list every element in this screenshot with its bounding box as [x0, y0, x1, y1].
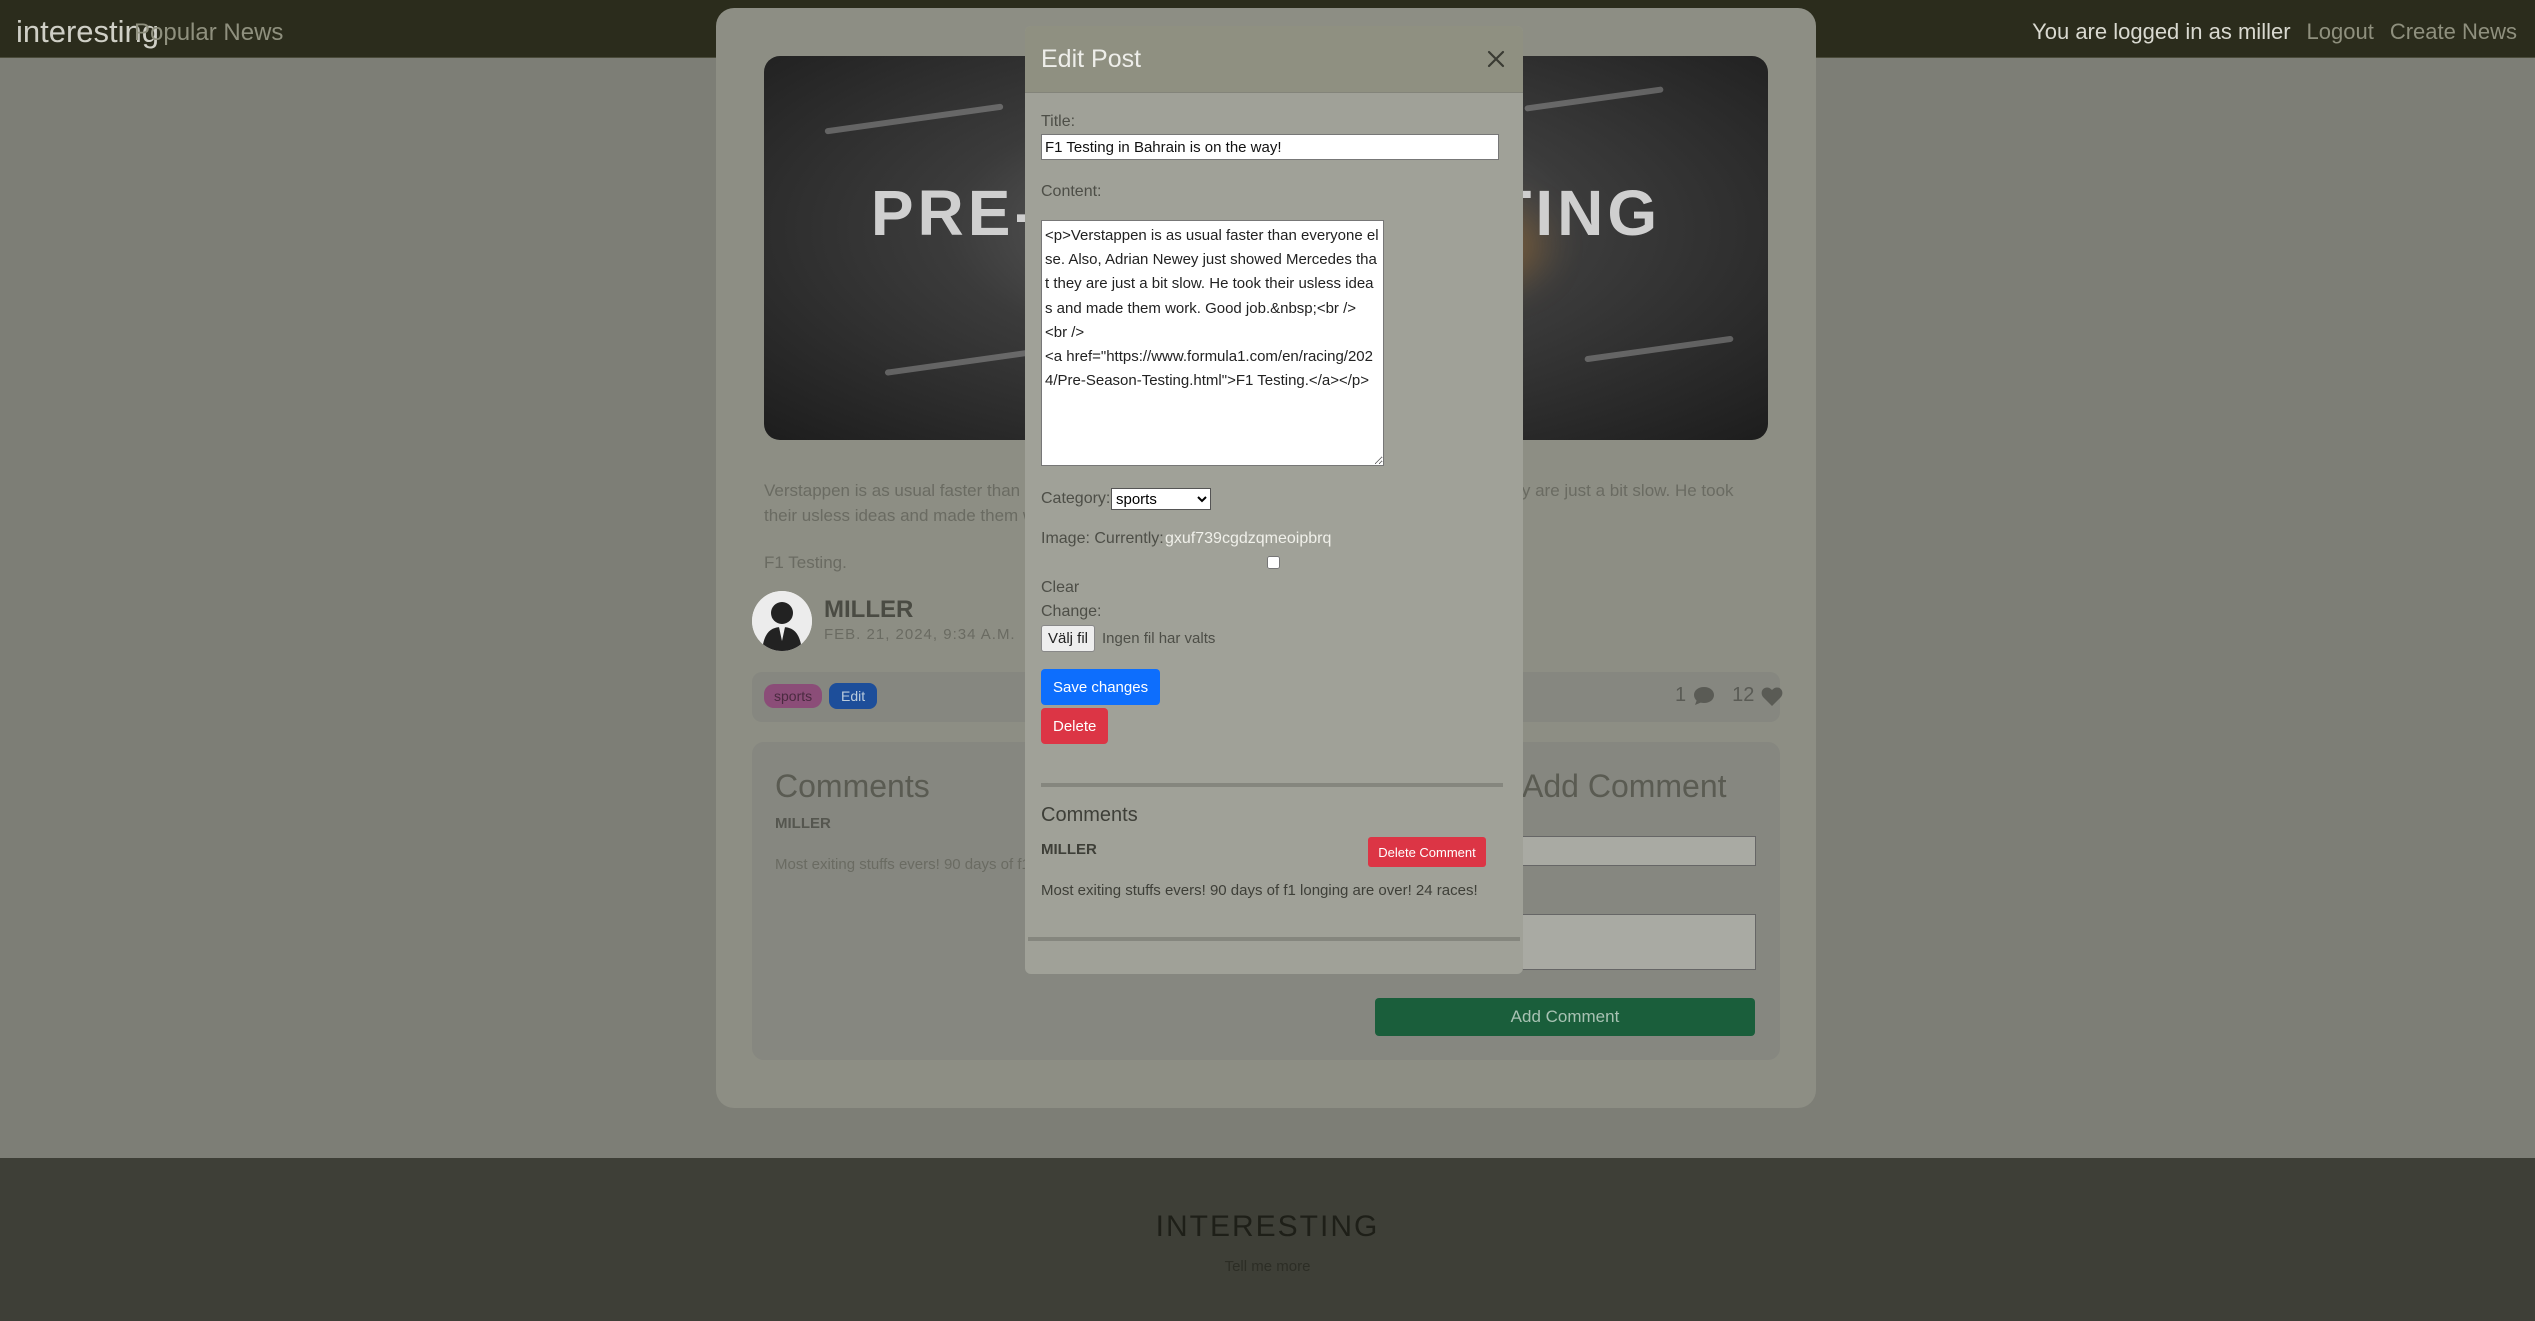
footer-subtitle[interactable]: Tell me more	[0, 1258, 2535, 1275]
footer-title: INTERESTING	[1155, 1210, 1380, 1243]
logout-link[interactable]: Logout	[2307, 19, 2374, 45]
category-tag[interactable]: sports	[764, 684, 823, 708]
comment-icon	[1694, 686, 1715, 705]
create-news-link[interactable]: Create News	[2390, 19, 2517, 45]
category-select[interactable]: sports	[1111, 488, 1211, 510]
comment-author: MILLER	[775, 815, 831, 832]
modal-header: Edit Post	[1025, 26, 1523, 93]
add-comment-heading: Add Comment	[1522, 768, 1727, 804]
divider	[1041, 783, 1503, 787]
current-image-link[interactable]: gxuf739cgdzqmeoipbrq	[1165, 530, 1331, 548]
comment-count: 1	[1675, 684, 1687, 706]
save-changes-button[interactable]: Save changes	[1041, 669, 1161, 705]
close-icon	[1487, 50, 1505, 68]
modal-comment-author: MILLER	[1041, 841, 1097, 858]
post-date: FEB. 21, 2024, 9:34 A.M.	[824, 626, 1016, 643]
like-count: 12	[1732, 684, 1755, 706]
author-name: MILLER	[824, 596, 914, 623]
avatar-icon	[752, 591, 812, 651]
delete-post-button[interactable]: Delete	[1041, 708, 1109, 744]
choose-file-button[interactable]: Välj fil	[1041, 625, 1096, 652]
modal-comment-text: Most exiting stuffs evers! 90 days of f1…	[1041, 882, 1478, 899]
title-input[interactable]	[1041, 134, 1499, 160]
modal-comments-heading: Comments	[1041, 804, 1138, 826]
edit-post-button[interactable]: Edit	[829, 683, 878, 709]
comment-body-input[interactable]	[1522, 914, 1756, 970]
clear-label: Clear	[1041, 579, 1080, 596]
heart-icon[interactable]	[1760, 685, 1784, 707]
post-stats: 1 12	[1675, 684, 1784, 707]
edit-post-modal: Edit Post Title: Content: <p>Verstappen …	[1025, 26, 1523, 974]
no-file-text: Ingen fil har valts	[1102, 630, 1216, 647]
close-button[interactable]	[1481, 44, 1511, 74]
nav-popular-news[interactable]: Popular News	[134, 19, 283, 47]
login-status: You are logged in as miller	[2032, 19, 2291, 44]
content-label: Content:	[1041, 183, 1102, 200]
add-comment-button[interactable]: Add Comment	[1375, 998, 1755, 1036]
divider	[1028, 937, 1520, 941]
change-label: Change:	[1041, 603, 1102, 620]
comments-heading: Comments	[775, 768, 930, 804]
post-link[interactable]: F1 Testing.	[764, 553, 847, 573]
modal-title: Edit Post	[1041, 45, 1142, 73]
content-textarea[interactable]: <p>Verstappen is as usual faster than ev…	[1041, 220, 1384, 466]
category-label: Category:	[1041, 490, 1111, 507]
author-avatar	[752, 591, 812, 651]
clear-image-checkbox[interactable]	[1267, 556, 1280, 569]
nav-user-area: You are logged in as miller Logout Creat…	[2032, 19, 2517, 45]
image-label: Image: Currently:	[1041, 530, 1164, 547]
delete-comment-button[interactable]: Delete Comment	[1368, 837, 1486, 867]
comment-name-input[interactable]	[1522, 836, 1756, 866]
title-label: Title:	[1041, 113, 1076, 130]
